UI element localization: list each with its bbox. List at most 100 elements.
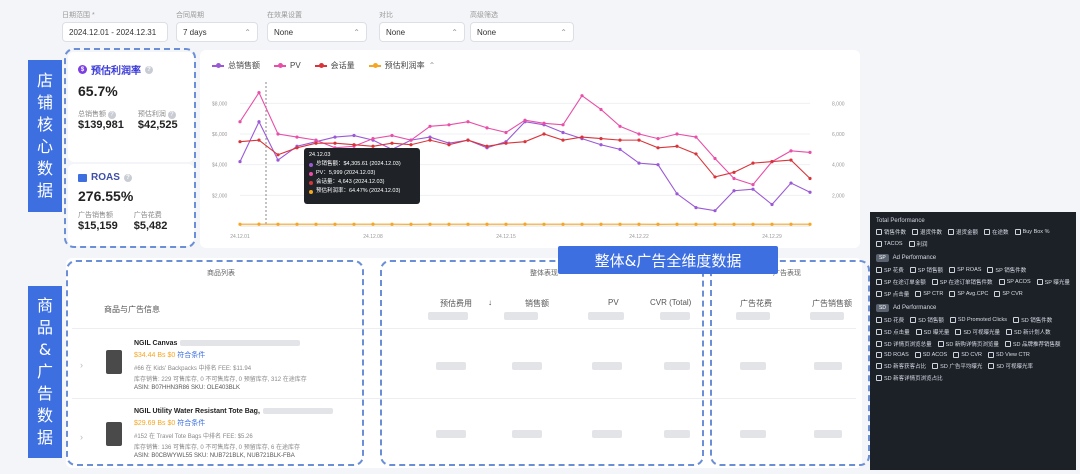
checkbox-icon[interactable]: [876, 375, 882, 381]
data-point[interactable]: [504, 130, 508, 135]
metric-checkbox[interactable]: 销售件数: [876, 228, 906, 236]
product-name[interactable]: NGIL Canvas: [134, 340, 177, 347]
data-point[interactable]: [447, 143, 451, 147]
data-point[interactable]: [333, 222, 337, 226]
metric-checkbox[interactable]: 退货金额: [948, 228, 978, 236]
metric-checkbox[interactable]: SD 销售件数: [1013, 316, 1052, 324]
data-point[interactable]: [295, 146, 299, 150]
data-point[interactable]: [485, 144, 489, 148]
data-point[interactable]: [504, 222, 508, 226]
data-point[interactable]: [599, 107, 603, 112]
data-point[interactable]: [485, 126, 489, 130]
data-point[interactable]: [390, 141, 394, 145]
metric-checkbox[interactable]: SD 新计划人数: [1006, 328, 1051, 336]
data-point[interactable]: [466, 138, 470, 142]
date-range-select[interactable]: 2024.12.01 - 2024.12.31: [62, 22, 168, 42]
metric-checkbox[interactable]: SP 销售额: [909, 266, 943, 274]
data-point[interactable]: [276, 153, 280, 157]
data-point[interactable]: [352, 222, 356, 226]
data-point[interactable]: [580, 135, 584, 139]
data-point[interactable]: [295, 222, 299, 226]
data-point[interactable]: [713, 156, 717, 161]
metric-checkbox[interactable]: SD 新客获客占比: [876, 362, 926, 370]
data-point[interactable]: [675, 192, 679, 196]
data-point[interactable]: [561, 222, 565, 226]
effect-select[interactable]: None ⌃: [267, 22, 367, 42]
data-point[interactable]: [713, 175, 717, 179]
data-point[interactable]: [599, 137, 603, 141]
data-point[interactable]: [770, 202, 774, 207]
metric-checkbox[interactable]: SP 曝光量: [1036, 278, 1070, 286]
metric-checkbox[interactable]: SD CVR: [953, 352, 982, 358]
data-point[interactable]: [314, 141, 318, 145]
data-point[interactable]: [542, 132, 546, 136]
data-point[interactable]: [523, 140, 527, 144]
data-point[interactable]: [675, 222, 679, 226]
metric-checkbox[interactable]: TACOS: [876, 240, 903, 248]
checkbox-icon[interactable]: [876, 341, 882, 347]
date-range-filter[interactable]: 日期范围 * 2024.12.01 - 2024.12.31: [62, 10, 168, 42]
help-icon[interactable]: ?: [123, 173, 132, 182]
checkbox-icon[interactable]: [948, 229, 955, 235]
checkbox-icon[interactable]: [998, 279, 1005, 285]
data-point[interactable]: [238, 140, 242, 144]
eligible-link[interactable]: 符合条件: [177, 352, 205, 359]
data-point[interactable]: [561, 130, 565, 135]
metric-checkbox[interactable]: 利润: [908, 240, 928, 248]
data-point[interactable]: [675, 132, 679, 136]
checkbox-icon[interactable]: [953, 352, 960, 358]
data-point[interactable]: [751, 187, 755, 191]
data-point[interactable]: [352, 133, 356, 138]
metric-checkbox[interactable]: SD 详情页浏览总量: [876, 340, 932, 348]
data-point[interactable]: [542, 121, 546, 125]
checkbox-icon[interactable]: [876, 291, 882, 297]
data-point[interactable]: [599, 143, 603, 147]
data-point[interactable]: [409, 143, 413, 147]
checkbox-icon[interactable]: [937, 341, 944, 347]
checkbox-icon[interactable]: [1014, 229, 1021, 235]
data-point[interactable]: [314, 222, 318, 226]
data-point[interactable]: [447, 123, 451, 127]
data-point[interactable]: [428, 124, 432, 128]
data-point[interactable]: [618, 124, 622, 128]
product-name[interactable]: NGIL Utility Water Resistant Tote Bag,: [134, 408, 260, 415]
metric-checkbox[interactable]: SD 广告平均曝光: [932, 362, 982, 370]
data-point[interactable]: [333, 135, 337, 139]
metric-checkbox[interactable]: SP 在途订单金额: [876, 278, 926, 286]
data-point[interactable]: [732, 170, 736, 174]
data-point[interactable]: [580, 222, 584, 226]
eligible-link[interactable]: 符合条件: [177, 420, 205, 427]
data-point[interactable]: [656, 137, 660, 141]
checkbox-icon[interactable]: [949, 291, 956, 297]
data-point[interactable]: [295, 135, 299, 139]
data-point[interactable]: [618, 147, 622, 151]
data-point[interactable]: [466, 120, 470, 124]
data-point[interactable]: [390, 222, 394, 226]
checkbox-icon[interactable]: [1004, 341, 1011, 347]
data-point[interactable]: [732, 176, 736, 181]
checkbox-icon[interactable]: [908, 241, 915, 247]
data-point[interactable]: [428, 222, 432, 226]
col-ad-sales[interactable]: 广告销售额: [812, 298, 852, 309]
data-point[interactable]: [333, 141, 337, 145]
expand-icon[interactable]: ›: [80, 360, 83, 370]
data-point[interactable]: [561, 138, 565, 142]
data-point[interactable]: [371, 222, 375, 226]
table-row[interactable]: NGIL Canvas $34.44 Bs $0 符合条件 #66 在 Kids…: [134, 340, 374, 391]
data-point[interactable]: [238, 160, 242, 164]
data-point[interactable]: [523, 118, 527, 122]
checkbox-icon[interactable]: [1013, 317, 1020, 323]
checkbox-icon[interactable]: [988, 352, 994, 358]
data-point[interactable]: [314, 138, 318, 142]
data-point[interactable]: [751, 183, 755, 187]
data-point[interactable]: [751, 222, 755, 226]
metric-checkbox[interactable]: SD View CTR: [988, 352, 1030, 358]
metric-checkbox[interactable]: SD 可视曝光率: [988, 362, 1033, 370]
data-point[interactable]: [466, 222, 470, 226]
data-point[interactable]: [523, 222, 527, 226]
data-point[interactable]: [789, 149, 793, 153]
checkbox-icon[interactable]: [932, 363, 939, 369]
data-point[interactable]: [694, 152, 698, 156]
data-point[interactable]: [732, 222, 736, 226]
product-thumbnail[interactable]: [106, 422, 122, 446]
